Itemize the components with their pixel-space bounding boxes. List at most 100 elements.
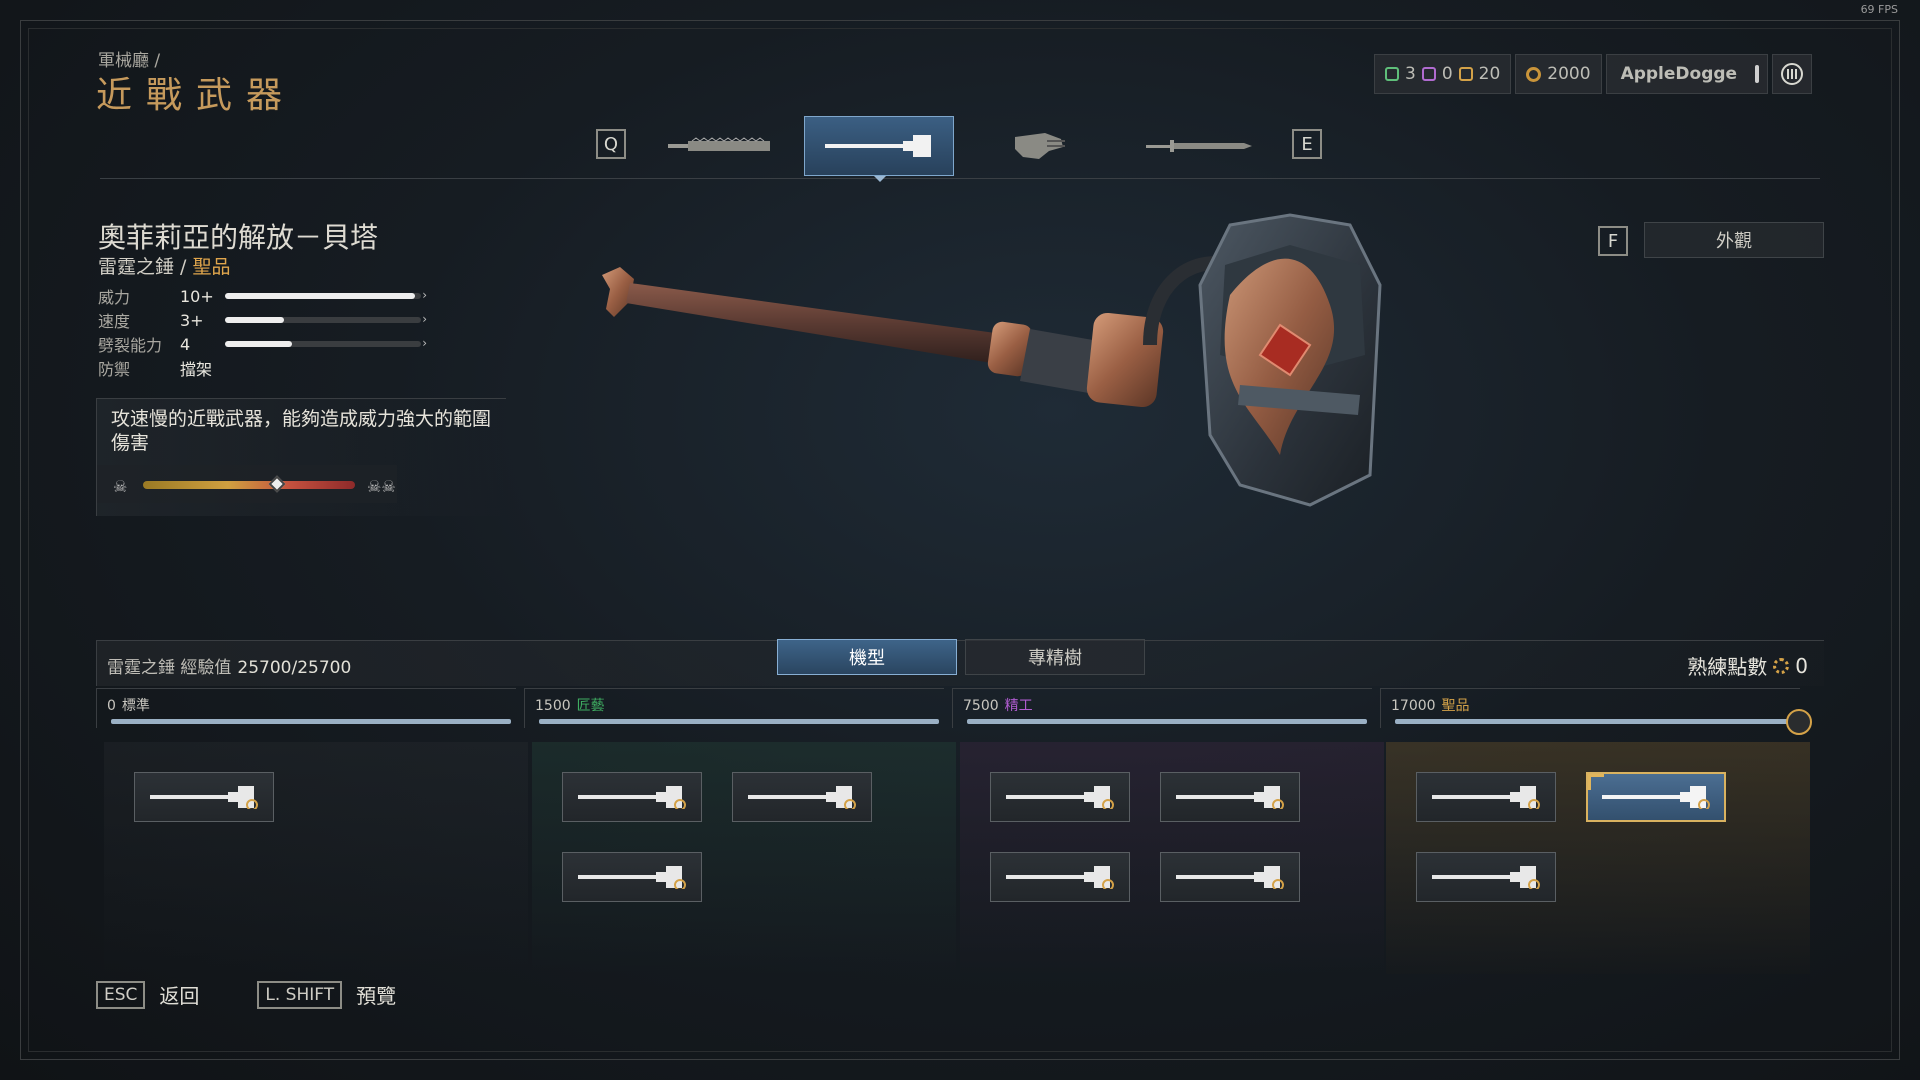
stat-row-cleave: 劈裂能力 4 › (98, 332, 427, 356)
tier-threshold: 17000 (1391, 698, 1436, 714)
thunder-hammer-icon (1176, 786, 1284, 809)
gold-resource-count: 20 (1478, 64, 1501, 84)
pattern-card[interactable] (1160, 772, 1300, 822)
stat-label: 防禦 (98, 360, 131, 379)
gear-icon (1786, 709, 1812, 735)
skulls-icon: ☠☠ (367, 477, 396, 496)
pattern-card[interactable] (990, 772, 1130, 822)
weapon-rarity: 聖品 (192, 256, 231, 278)
tab-power-fist[interactable] (964, 116, 1114, 176)
currency-bar: 3 0 20 2000 AppleDogge (1374, 54, 1812, 94)
gear-icon (1773, 657, 1790, 674)
tier-craft: 7500 精工 (952, 688, 1372, 728)
difficulty-meter: ☠ ☠☠ (97, 465, 397, 503)
pattern-card[interactable] (990, 852, 1130, 902)
stat-value: 4 (180, 334, 191, 354)
green-resource-count: 3 (1405, 64, 1416, 84)
prev-key-hint[interactable]: Q (596, 129, 626, 159)
active-tab-pointer (874, 176, 886, 182)
next-key-hint[interactable]: E (1292, 129, 1322, 159)
purple-resource-count: 0 (1441, 64, 1453, 84)
thunder-hammer-icon (150, 786, 258, 809)
stat-row-defense: 防禦 擋架 (98, 356, 225, 380)
xp-label-group: 雷霆之錘 經驗值 25700/25700 (107, 653, 351, 678)
gold-resource-icon (1458, 67, 1473, 81)
tier-rank: 標準 (121, 698, 150, 714)
appearance-key-hint[interactable]: F (1598, 226, 1628, 256)
appearance-button[interactable]: 外觀 (1644, 222, 1824, 258)
tier-rank: 精工 (1004, 698, 1033, 714)
back-key-hint[interactable]: ESC (96, 980, 146, 1009)
thunder-hammer-illustration (602, 213, 1382, 507)
tier-artisan: 1500 匠藝 (524, 688, 944, 728)
stat-label: 威力 (98, 288, 131, 307)
thunder-hammer-icon (1432, 866, 1540, 889)
mastery-label: 熟練點數 (1687, 655, 1768, 679)
user-box[interactable]: AppleDogge (1605, 54, 1768, 94)
tier-progress-bar (1395, 719, 1795, 724)
tier-progress-bar (967, 719, 1367, 724)
tab-mastery-tree[interactable]: 專精樹 (965, 639, 1145, 675)
tier-rank: 匠藝 (576, 698, 605, 714)
tab-chainsword[interactable] (644, 116, 794, 176)
power-fist-icon (1015, 133, 1065, 159)
tier-rank: 聖品 (1441, 698, 1470, 714)
thunder-hammer-icon (578, 786, 686, 809)
tier-column-standard (104, 742, 528, 974)
tab-power-sword[interactable] (1124, 116, 1274, 176)
xp-label: 雷霆之錘 經驗值 (107, 658, 232, 678)
device-icon (1755, 65, 1760, 83)
stat-label: 速度 (98, 312, 131, 331)
skull-icon: ☠ (113, 477, 128, 496)
tab-patterns[interactable]: 機型 (777, 639, 957, 675)
pattern-card[interactable] (1416, 772, 1556, 822)
pattern-card[interactable] (134, 772, 274, 822)
coins-box: 2000 (1515, 54, 1602, 94)
tab-thunder-hammer[interactable] (804, 116, 954, 176)
stat-bar: › (225, 336, 427, 350)
tier-column-holy (1386, 742, 1810, 974)
fps-counter: 69 FPS (1860, 3, 1898, 16)
chevron-right-icon: › (422, 288, 427, 302)
tier-header: 1500 匠藝 (535, 695, 605, 715)
tier-threshold: 1500 (535, 698, 571, 714)
thunder-hammer-icon (1006, 866, 1114, 889)
difficulty-marker (268, 475, 286, 493)
back-label[interactable]: 返回 (159, 980, 199, 1009)
footer-hints: ESC 返回 L. SHIFT 預覽 (96, 980, 396, 1009)
social-button[interactable] (1771, 54, 1812, 94)
preview-label[interactable]: 預覽 (356, 980, 396, 1009)
username: AppleDogge (1620, 64, 1738, 84)
xp-value: 25700/25700 (237, 658, 352, 678)
pattern-card[interactable] (1416, 852, 1556, 902)
stat-bar: › (225, 312, 427, 326)
pattern-card[interactable] (562, 772, 702, 822)
pattern-card[interactable] (1160, 852, 1300, 902)
pattern-card[interactable] (562, 852, 702, 902)
weapon-class: 雷霆之錘 (98, 256, 175, 278)
thunder-hammer-icon (748, 786, 856, 809)
chevron-right-icon: › (422, 336, 427, 350)
mastery-points: 熟練點數 0 (1687, 651, 1808, 680)
preview-key-hint[interactable]: L. SHIFT (257, 980, 343, 1009)
tab-divider (100, 178, 1820, 179)
tier-standard: 0 標準 (96, 688, 516, 728)
weapon-subtitle-separator: / (174, 256, 193, 278)
pattern-card[interactable] (732, 772, 872, 822)
thunder-hammer-icon (1602, 786, 1710, 809)
purple-resource-icon (1421, 67, 1436, 81)
coins-count: 2000 (1547, 64, 1591, 84)
stat-bar-fill (225, 341, 292, 347)
thunder-hammer-icon (825, 135, 931, 157)
tier-threshold: 0 (107, 698, 116, 714)
tier-header: 17000 聖品 (1391, 695, 1470, 715)
tier-column-craft (960, 742, 1384, 974)
group-icon (1780, 63, 1803, 85)
mastery-value: 0 (1795, 653, 1808, 678)
stat-label: 劈裂能力 (98, 336, 163, 355)
thunder-hammer-icon (1006, 786, 1114, 809)
pattern-card-selected[interactable] (1586, 772, 1726, 822)
thunder-hammer-icon (1176, 866, 1284, 889)
stat-row-power: 威力 10+ › (98, 284, 427, 308)
weapon-description-box: 攻速慢的近戰武器，能夠造成威力強大的範圍傷害 ☠ ☠☠ (96, 398, 506, 516)
